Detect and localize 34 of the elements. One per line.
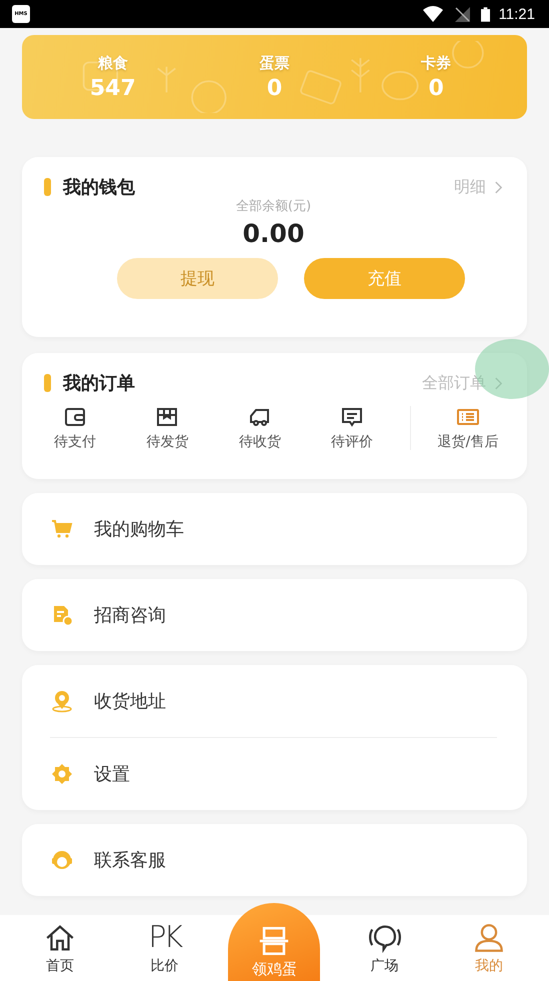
chevron-icon [494,376,503,390]
chevron-icon [494,180,503,194]
accent-bar [44,178,51,196]
order-status-item[interactable]: 待支付 [40,405,110,451]
asset-value: 547 [90,76,136,100]
order-status-item[interactable]: 待评价 [317,405,388,451]
wifi-icon [422,6,443,22]
menu-item[interactable]: 设置 [50,738,527,810]
section-title: 我的钱包 [63,176,136,199]
menu-item[interactable]: 收货地址 [50,665,527,737]
section-title: 我的订单 [63,372,136,395]
balance-amount: 0.00 [242,219,306,248]
menu-item[interactable]: 招商咨询 [50,579,527,651]
settings-icon [50,762,74,786]
asset-label: 卡券 [421,54,452,72]
pk-icon: PK [148,921,180,955]
menu-item[interactable]: 我的购物车 [50,493,527,565]
asset-label: 蛋票 [259,54,290,72]
nav-tab[interactable]: PK 比价 [124,921,204,975]
menu-item[interactable]: 联系客服 [50,824,527,896]
nav-tab[interactable]: 广场 [344,921,425,975]
accent-bar [44,374,51,392]
headset-icon [50,848,74,872]
battery-icon [480,6,490,22]
order-status-item[interactable]: 待发货 [132,405,202,451]
balance-label: 全部余额(元) [234,198,312,215]
order-status-item[interactable]: 退货/售后 [432,405,503,451]
asset-value: 0 [266,76,282,100]
clock-time: 11:21 [498,6,535,22]
asset-value: 0 [428,76,444,100]
location-pin-icon [50,689,74,713]
order-status-item[interactable]: 待收货 [224,405,295,451]
asset-label: 粮食 [98,54,128,72]
nav-tab[interactable]: 首页 [20,921,100,975]
